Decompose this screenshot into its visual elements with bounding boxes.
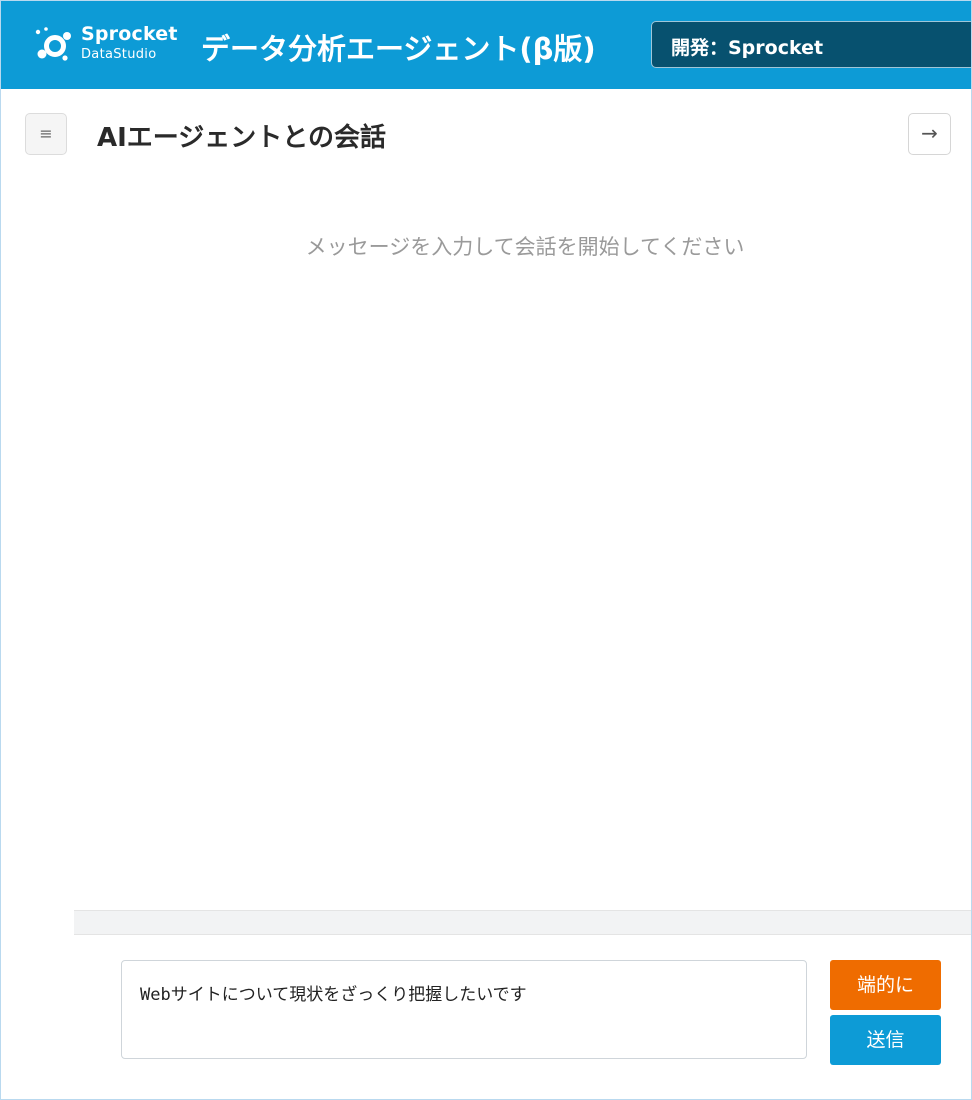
brand-sub: DataStudio [81, 47, 157, 62]
page-title: AIエージェントとの会話 [97, 123, 387, 153]
sprocket-logo-icon [35, 27, 71, 61]
message-input[interactable]: Webサイトについて現状をざっくり把握したいです [121, 960, 807, 1059]
concise-button[interactable]: 端的に [830, 960, 941, 1010]
app-header: Sprocket DataStudio データ分析エージェント(β版) 開発：S… [1, 1, 971, 89]
app-window: Sprocket DataStudio データ分析エージェント(β版) 開発：S… [0, 0, 972, 1100]
send-button[interactable]: 送信 [830, 1015, 941, 1065]
empty-state-message: メッセージを入力して会話を開始してください [305, 235, 745, 259]
app-title: データ分析エージェント(β版) [201, 32, 596, 66]
brand-logo: Sprocket DataStudio [81, 23, 178, 62]
developer-badge: 開発：Sprocket [651, 21, 971, 68]
arrow-right-icon[interactable]: → [908, 113, 951, 155]
divider [74, 910, 971, 935]
brand-name: Sprocket [81, 23, 178, 45]
menu-icon[interactable]: ≡ [25, 113, 67, 155]
